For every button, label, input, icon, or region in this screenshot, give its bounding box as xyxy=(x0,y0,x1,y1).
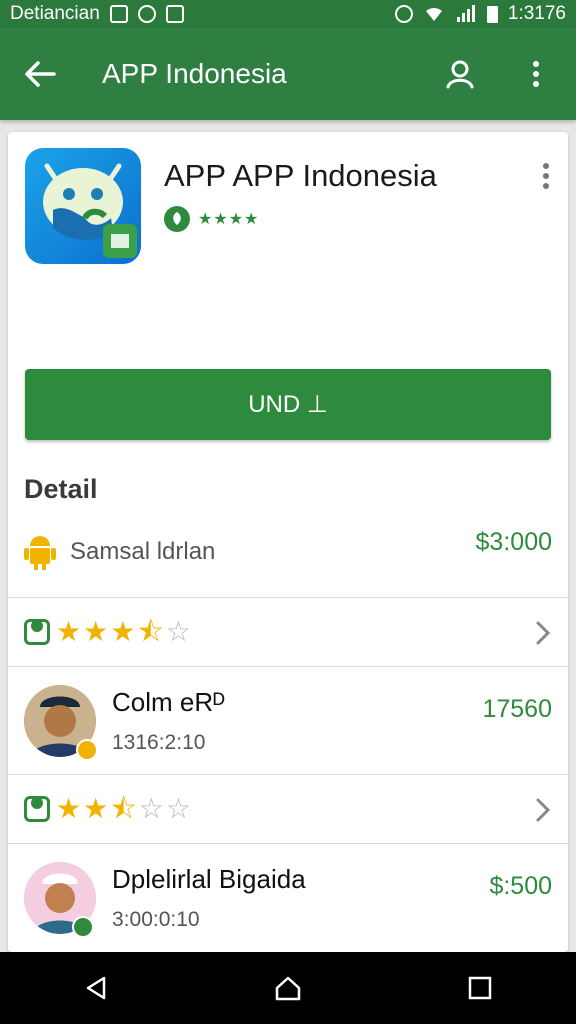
star-full-icon: ★ xyxy=(56,616,82,647)
app-header: APP APP Indonesia ★★★★ xyxy=(8,132,568,368)
review-time: 3:00:0:10 xyxy=(112,908,200,931)
app-more-icon[interactable] xyxy=(540,162,552,190)
chevron-right-icon[interactable] xyxy=(534,797,552,823)
notification-icon xyxy=(109,5,128,23)
app-logo-icon[interactable] xyxy=(25,148,141,264)
app-name: APP APP Indonesia xyxy=(164,158,437,193)
rating-badge-icon xyxy=(24,796,50,822)
android-icon xyxy=(24,536,56,570)
review-value: 17560 xyxy=(482,695,552,723)
star-empty-icon: ☆ xyxy=(165,616,191,647)
verified-badge-icon xyxy=(76,739,98,761)
reviewer-name: Colm eRᴰ xyxy=(112,687,225,717)
app-detail-card: APP APP Indonesia ★★★★ UND ⊥ Detail Sams… xyxy=(8,132,568,952)
review-time: 1316:2:10 xyxy=(112,731,206,754)
nav-home-icon[interactable] xyxy=(273,974,303,1002)
review-item[interactable]: Colm eRᴰ 1316:2:10 17560 xyxy=(8,667,568,775)
star-half-icon: ⯪ xyxy=(137,616,164,647)
star-full-icon: ★ xyxy=(56,793,82,824)
more-vert-icon[interactable] xyxy=(518,56,554,92)
battery-icon xyxy=(486,5,498,23)
verified-badge-icon xyxy=(72,916,94,938)
nav-back-icon[interactable] xyxy=(82,974,110,1002)
download-icon xyxy=(165,5,184,23)
developer-value: $3:000 xyxy=(475,528,552,556)
star-full-icon: ★ xyxy=(83,616,109,647)
page-title: APP Indonesia xyxy=(102,58,287,89)
rating-stars: ★ ★ ⯪ ☆ ☆ xyxy=(56,795,191,823)
rating-row[interactable]: ★ ★ ★ ⯪ ☆ xyxy=(8,598,568,667)
star-empty-icon: ☆ xyxy=(165,793,191,824)
status-bar: Detiancian 1:3176 xyxy=(0,0,576,28)
review-item[interactable]: Dplelirlal Bigaida 3:00:0:10 $:500 xyxy=(8,844,568,952)
navigation-bar xyxy=(0,952,576,1024)
alarm-icon xyxy=(394,5,413,23)
detail-heading: Detail xyxy=(24,474,98,504)
reviewer-name: Dplelirlal Bigaida xyxy=(112,864,306,894)
back-arrow-icon[interactable] xyxy=(22,56,58,92)
rating-stars: ★ ★ ★ ⯪ ☆ xyxy=(56,618,191,646)
install-button-label: UND ⊥ xyxy=(248,391,328,418)
sync-icon xyxy=(137,5,156,23)
rating-badge-icon xyxy=(24,619,50,645)
install-button[interactable]: UND ⊥ xyxy=(25,369,551,440)
star-full-icon: ★ xyxy=(110,616,136,647)
star-empty-icon: ☆ xyxy=(138,793,164,824)
star-half-icon: ⯪ xyxy=(110,793,137,824)
review-value: $:500 xyxy=(489,872,552,900)
carrier-text: Detiancian xyxy=(10,3,100,24)
nav-recents-icon[interactable] xyxy=(466,974,494,1002)
app-bar: APP Indonesia xyxy=(0,28,576,120)
account-icon[interactable] xyxy=(442,56,478,92)
developer-row[interactable]: Samsal ldrlan $3:000 xyxy=(8,516,568,598)
signal-icon xyxy=(456,5,475,22)
wifi-icon xyxy=(425,7,442,22)
developer-name: Samsal ldrlan xyxy=(70,538,216,565)
star-full-icon: ★ xyxy=(83,793,109,824)
chevron-right-icon[interactable] xyxy=(534,620,552,646)
app-badge: ★★★★ xyxy=(164,206,259,232)
rating-row[interactable]: ★ ★ ⯪ ☆ ☆ xyxy=(8,775,568,844)
badge-stars: ★★★★ xyxy=(198,211,260,228)
leaf-badge-icon xyxy=(164,206,190,232)
clock-text: 1:3176 xyxy=(507,3,566,24)
